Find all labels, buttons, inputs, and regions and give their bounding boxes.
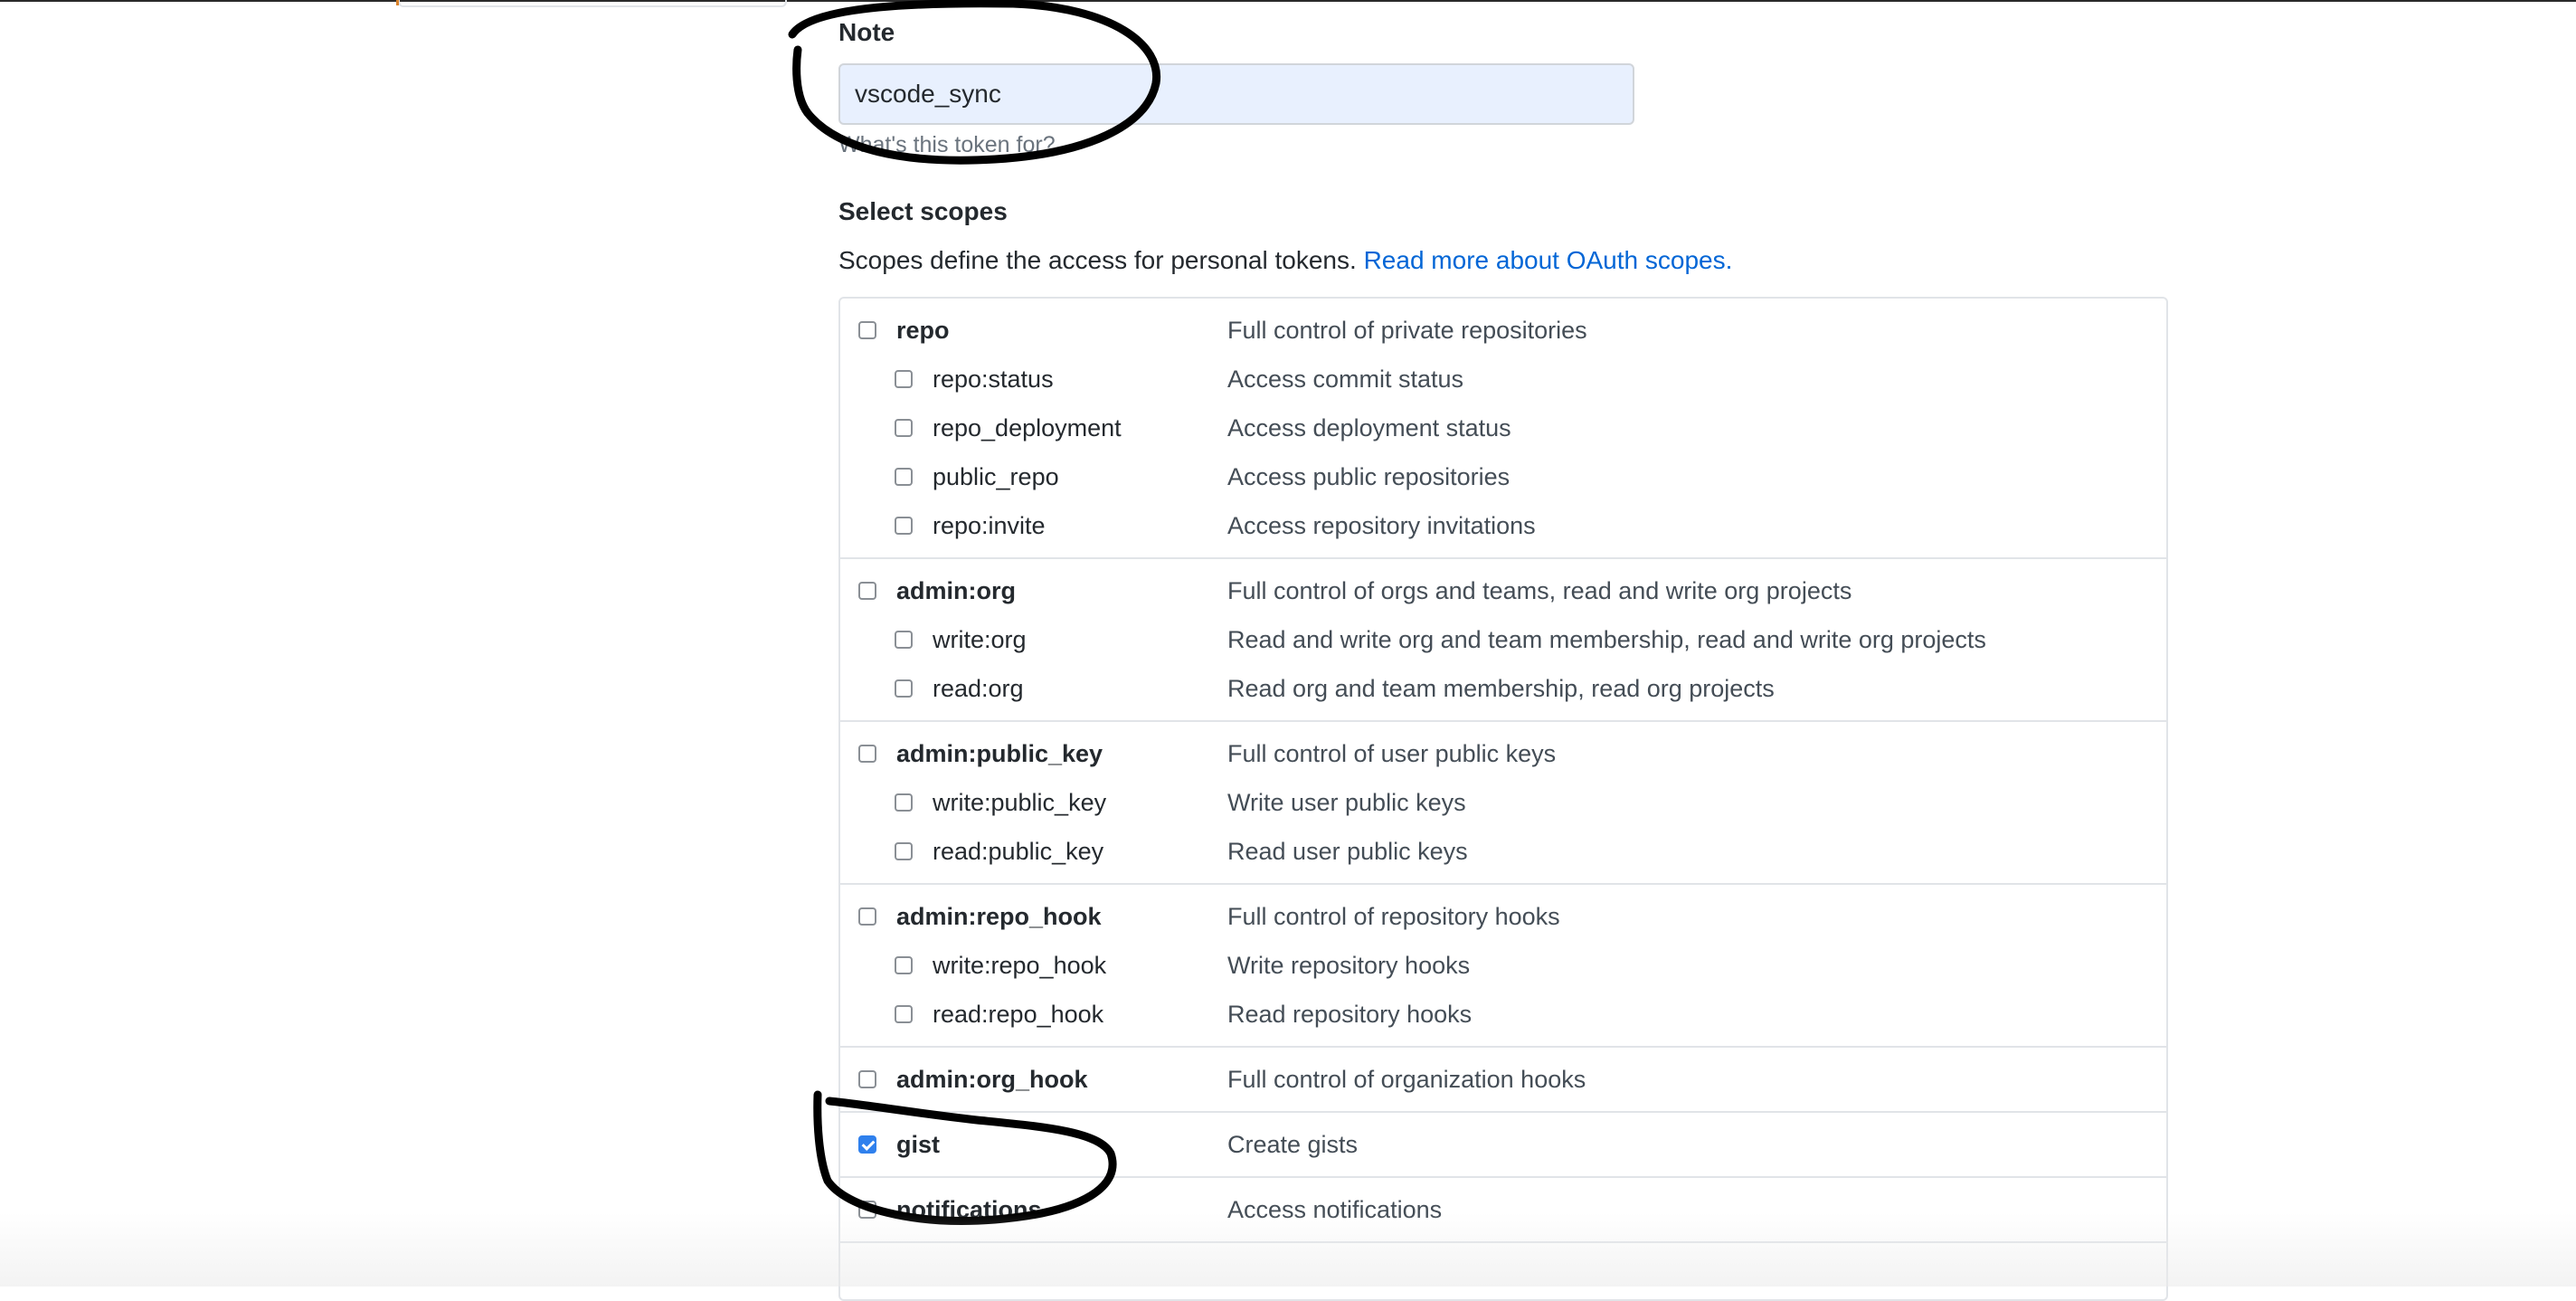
scope-checkbox[interactable] [895, 793, 913, 812]
scope-description: Full control of organization hooks [1227, 1066, 1586, 1093]
scope-description: Access commit status [1227, 366, 1464, 393]
scope-row: write:public_key Write user public keys [840, 778, 2166, 827]
scope-name: read:public_key [933, 838, 1104, 865]
scope-description: Read and write org and team membership, … [1227, 626, 1986, 653]
scope-description: Read repository hooks [1227, 1001, 1473, 1028]
scope-row: repo:invite Access repository invitations [840, 501, 2166, 550]
window-top-border [0, 0, 2576, 2]
scope-group: admin:org Full control of orgs and teams,… [840, 559, 2166, 722]
scope-row: repo:status Access commit status [840, 355, 2166, 404]
scope-checkbox[interactable] [858, 907, 876, 926]
scope-group: admin:repo_hook Full control of repositor… [840, 885, 2166, 1048]
scope-description: Write repository hooks [1227, 952, 1471, 979]
scope-row: admin:repo_hook Full control of repositor… [840, 892, 2166, 941]
scope-group: repo Full control of private repositories… [840, 299, 2166, 559]
scope-name: admin:repo_hook [896, 903, 1102, 930]
scope-row: read:org Read org and team membership, re… [840, 664, 2166, 713]
scope-name: admin:org [896, 577, 1016, 604]
scope-description: Access repository invitations [1227, 512, 1536, 539]
scope-row: notifications Access notifications [840, 1185, 2166, 1234]
scope-checkbox[interactable] [895, 419, 913, 437]
scope-checkbox[interactable] [895, 370, 913, 388]
scopes-description: Scopes define the access for personal to… [838, 246, 1732, 275]
scope-description: Access public repositories [1227, 463, 1511, 490]
scope-checkbox[interactable] [895, 842, 913, 860]
scope-name: repo:invite [933, 512, 1046, 539]
scope-name: notifications [896, 1196, 1042, 1223]
scope-row: public_repo Access public repositories [840, 452, 2166, 501]
scope-group: admin:org_hook Full control of organizati… [840, 1048, 2166, 1113]
scope-description: Full control of orgs and teams, read and… [1227, 577, 1852, 604]
scope-row: admin:org Full control of orgs and teams,… [840, 566, 2166, 615]
scope-checkbox[interactable] [858, 582, 876, 600]
scope-row: repo_deployment Access deployment status [840, 404, 2166, 452]
scope-row: repo Full control of private repositories [840, 306, 2166, 355]
scope-description: Write user public keys [1227, 789, 1466, 816]
scopes-table: repo Full control of private repositories… [838, 297, 2168, 1301]
scope-checkbox[interactable] [895, 1005, 913, 1023]
select-scopes-heading: Select scopes [838, 197, 1008, 225]
scope-group: gist Create gists [840, 1113, 2166, 1178]
scope-row: write:repo_hook Write repository hooks [840, 941, 2166, 990]
scope-description: Read org and team membership, read org p… [1227, 675, 1775, 702]
scope-description: Access deployment status [1227, 414, 1511, 442]
scope-checkbox[interactable] [858, 321, 876, 339]
note-input[interactable] [838, 63, 1634, 125]
note-hint: What's this token for? [838, 132, 1056, 157]
scope-checkbox[interactable] [895, 679, 913, 698]
scope-checkbox[interactable] [895, 468, 913, 486]
scope-checkbox[interactable] [858, 1201, 876, 1219]
scope-row: read:public_key Read user public keys [840, 827, 2166, 876]
scope-row: gist Create gists [840, 1120, 2166, 1169]
scope-description: Read user public keys [1227, 838, 1468, 865]
previous-field-edge [396, 0, 787, 7]
scope-row: admin:public_key Full control of user pub… [840, 729, 2166, 778]
scope-checkbox[interactable] [858, 1070, 876, 1088]
scope-name: repo_deployment [933, 414, 1122, 442]
scope-name: gist [896, 1131, 941, 1158]
note-label: Note [838, 18, 895, 46]
scopes-description-text: Scopes define the access for personal to… [838, 246, 1357, 274]
scope-checkbox[interactable] [895, 517, 913, 535]
scope-name: read:repo_hook [933, 1001, 1104, 1028]
scope-name: repo [896, 317, 950, 344]
scope-checkbox[interactable] [858, 1135, 876, 1154]
scope-name: write:public_key [933, 789, 1107, 816]
scope-checkbox[interactable] [895, 631, 913, 649]
scope-description: Full control of repository hooks [1227, 903, 1560, 930]
scope-name: write:repo_hook [933, 952, 1107, 979]
scope-name: admin:org_hook [896, 1066, 1088, 1093]
scope-row: write:org Read and write org and team mem… [840, 615, 2166, 664]
scope-checkbox[interactable] [858, 745, 876, 763]
scope-name: repo:status [933, 366, 1054, 393]
scope-name: admin:public_key [896, 740, 1103, 767]
scope-description: Full control of user public keys [1227, 740, 1557, 767]
scope-row: admin:org_hook Full control of organizati… [840, 1055, 2166, 1104]
scope-name: write:org [933, 626, 1027, 653]
scope-description: Full control of private repositories [1227, 317, 1587, 344]
scope-row: read:repo_hook Read repository hooks [840, 990, 2166, 1039]
scope-group: admin:public_key Full control of user pub… [840, 722, 2166, 885]
scope-description: Create gists [1227, 1131, 1359, 1158]
scope-checkbox[interactable] [895, 956, 913, 974]
scope-description: Access notifications [1227, 1196, 1443, 1223]
scope-name: read:org [933, 675, 1024, 702]
oauth-scopes-link[interactable]: Read more about OAuth scopes. [1364, 246, 1733, 274]
scope-name: public_repo [933, 463, 1059, 490]
scope-group: notifications Access notifications [840, 1178, 2166, 1243]
